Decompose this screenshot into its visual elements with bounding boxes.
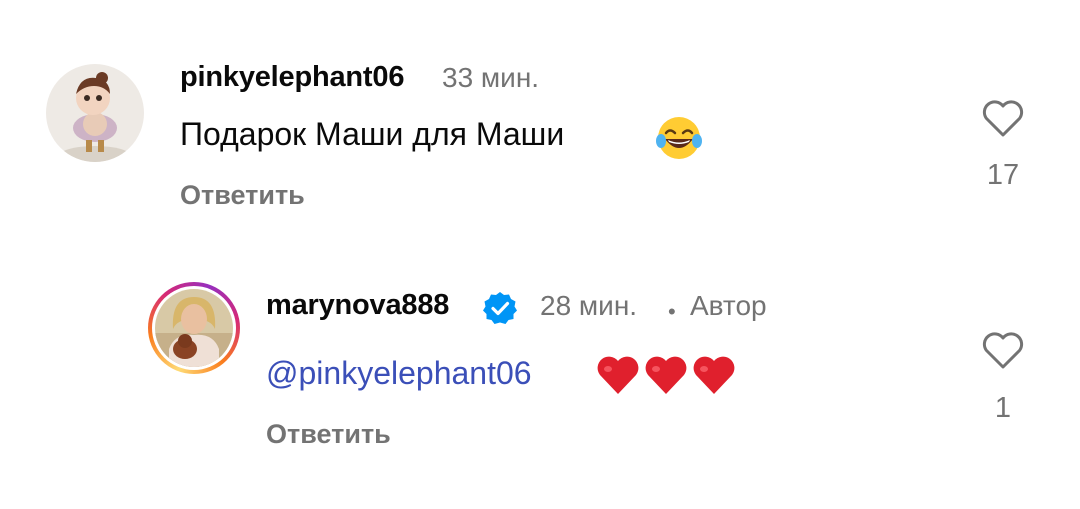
red-heart-icon	[693, 356, 735, 394]
author-label: Автор	[690, 290, 767, 321]
red-heart-icon	[597, 356, 639, 394]
like-count: 17	[986, 159, 1020, 191]
verified-badge-icon	[483, 292, 517, 324]
reply-button[interactable]: Ответить	[266, 419, 391, 450]
heart-like-icon[interactable]	[981, 330, 1025, 370]
avatar-image	[46, 64, 144, 162]
mention-link[interactable]: @pinkyelephant06	[266, 355, 532, 392]
username[interactable]: marynova888	[266, 289, 449, 322]
comment-item: pinkyelephant06 33 мин. Подарок Маши для…	[0, 0, 1080, 250]
heart-emojis	[596, 354, 736, 398]
avatar-image	[155, 289, 233, 367]
like-count: 1	[994, 392, 1012, 424]
timestamp: 33 мин.	[442, 62, 540, 93]
comment-text: Подарок Маши для Маши	[180, 116, 565, 152]
reply-button[interactable]: Ответить	[180, 180, 305, 211]
avatar[interactable]	[155, 289, 233, 367]
avatar[interactable]	[46, 64, 144, 162]
timestamp: 28 мин.	[540, 290, 638, 321]
username[interactable]: pinkyelephant06	[180, 61, 404, 94]
heart-like-icon[interactable]	[981, 98, 1025, 138]
reply-comment-item: marynova888 28 мин. • Автор @pinkyelepha…	[0, 250, 1080, 509]
laughing-tears-emoji-icon	[656, 117, 702, 159]
red-heart-icon	[645, 356, 687, 394]
separator-dot: •	[668, 299, 676, 324]
